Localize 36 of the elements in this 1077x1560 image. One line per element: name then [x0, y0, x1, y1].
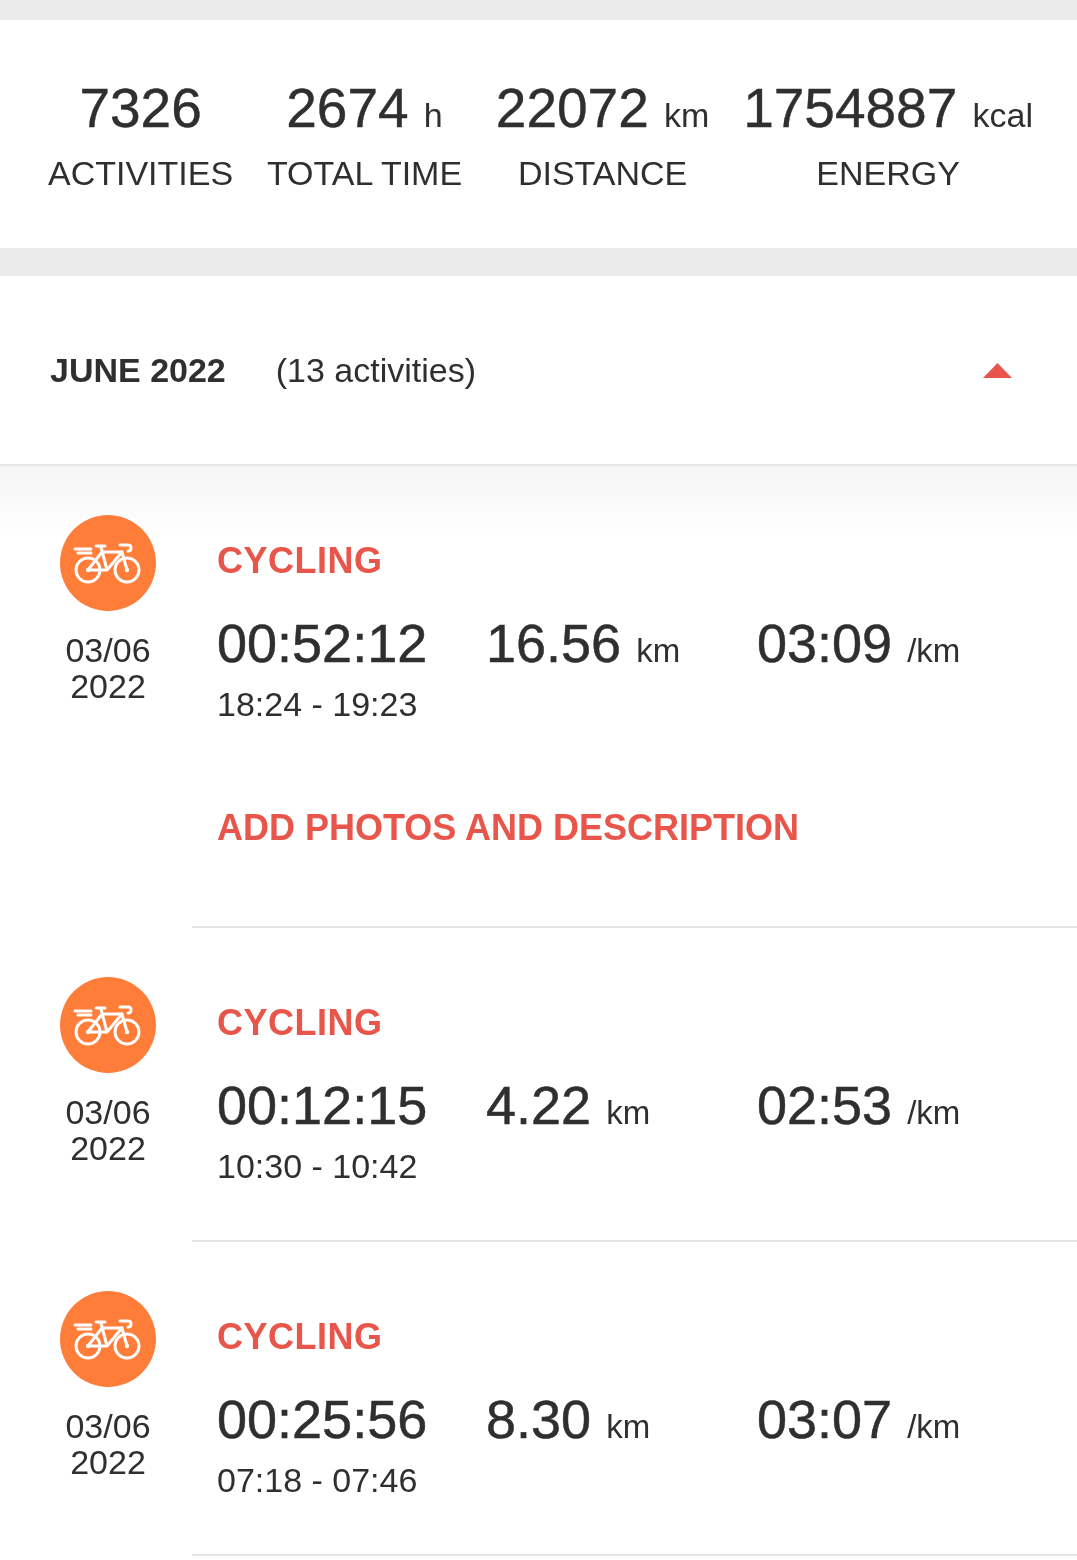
- activity-type: CYCLING: [217, 1001, 384, 1044]
- activity-year: 2022: [69, 668, 147, 704]
- bicycle-icon: [60, 515, 156, 611]
- stat-label: ACTIVITIES: [48, 153, 234, 194]
- activity-type: CYCLING: [217, 1315, 384, 1358]
- stat-value: 7326: [79, 77, 202, 140]
- activity-type: CYCLING: [217, 539, 384, 582]
- activity-year: 2022: [69, 1130, 147, 1166]
- activity-time-range: 18:24 - 19:23: [217, 684, 419, 725]
- activity-time-range: 07:18 - 07:46: [217, 1460, 419, 1501]
- activity-distance: 16.56 km: [486, 612, 682, 675]
- add-photos-link[interactable]: ADD PHOTOS AND DESCRIPTION: [217, 806, 800, 849]
- activity-date: 03/06: [64, 1408, 152, 1444]
- activity-count: (13 activities): [275, 349, 477, 391]
- caret-icon[interactable]: [983, 362, 1012, 378]
- stat-label: ENERGY: [816, 153, 960, 194]
- activity-duration: 00:12:15: [217, 1074, 429, 1137]
- bicycle-icon: [60, 977, 156, 1073]
- stat-value: 2674 h: [286, 77, 443, 140]
- activity-pace: 03:09 /km: [757, 612, 961, 675]
- activity-date: 03/06: [64, 632, 152, 668]
- stat-value: 22072 km: [495, 77, 710, 140]
- activity-pace: 02:53 /km: [757, 1074, 961, 1137]
- stat-value: 1754887 kcal: [743, 77, 1033, 140]
- activity-year: 2022: [69, 1444, 147, 1480]
- activity-duration: 00:52:12: [217, 612, 429, 675]
- month-title: JUNE 2022: [50, 349, 226, 391]
- activity-date: 03/06: [64, 1094, 152, 1130]
- activity-duration: 00:25:56: [217, 1388, 429, 1451]
- activity-distance: 4.22 km: [486, 1074, 652, 1137]
- activity-distance: 8.30 km: [486, 1388, 652, 1451]
- activity-time-range: 10:30 - 10:42: [217, 1146, 419, 1187]
- activity-pace: 03:07 /km: [757, 1388, 961, 1451]
- stat-label: TOTAL TIME: [266, 153, 463, 194]
- stat-label: DISTANCE: [517, 153, 688, 194]
- bicycle-icon: [60, 1291, 156, 1387]
